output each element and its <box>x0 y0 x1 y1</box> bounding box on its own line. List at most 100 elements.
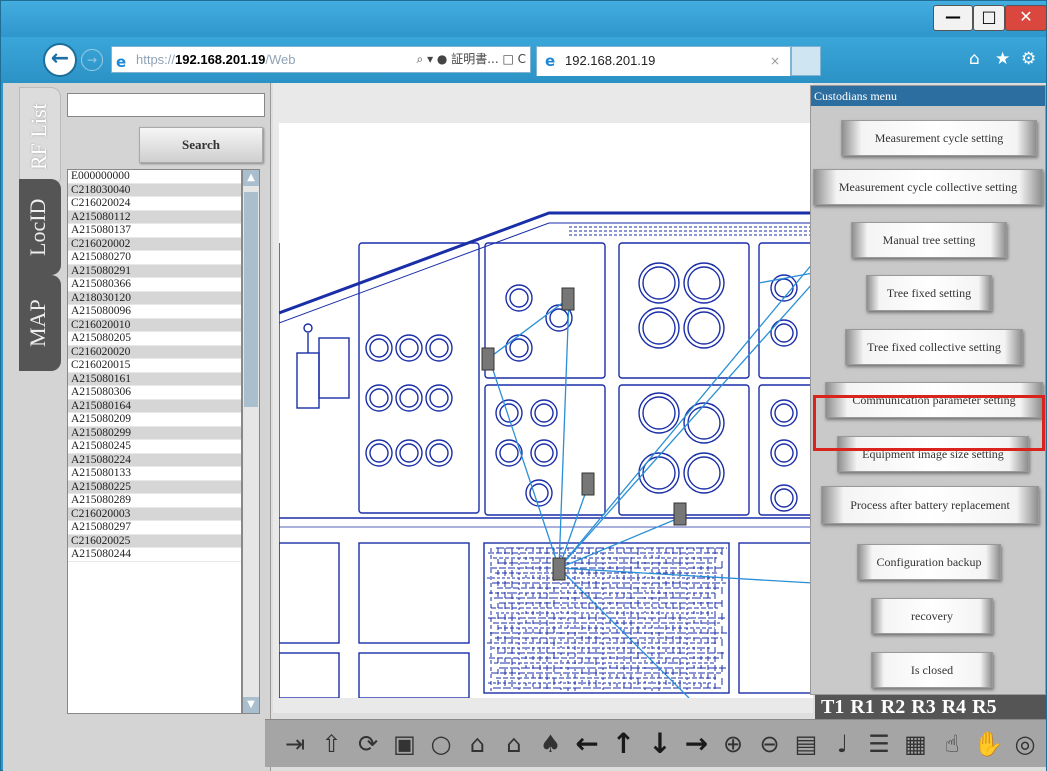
rf-list-item[interactable]: A218030120 <box>68 291 241 305</box>
menu-item-process-after-battery-replacement[interactable]: Process after battery replacement <box>821 486 1039 524</box>
refresh-icon[interactable]: ⟳ <box>352 728 384 760</box>
rf-list-item[interactable]: A215080244 <box>68 548 241 562</box>
rf-list-item[interactable]: A215080225 <box>68 480 241 494</box>
bell-outline-icon[interactable]: ⌂ <box>498 728 530 760</box>
scroll-down-icon[interactable]: ▼ <box>243 697 259 713</box>
rf-list-item[interactable]: A215080137 <box>68 224 241 238</box>
pin-icon[interactable]: ○ <box>425 728 457 760</box>
search-input[interactable] <box>67 93 265 117</box>
zoom-in-icon[interactable]: ⊕ <box>717 728 749 760</box>
home-icon[interactable]: ⌂ <box>969 49 980 69</box>
globe-icon[interactable]: ◎ <box>1009 728 1041 760</box>
close-window-button[interactable]: ✕ <box>1005 5 1047 31</box>
address-bar[interactable]: e https://192.168.201.19/Web ⌕ ▾ ● 証明書..… <box>111 46 531 73</box>
rf-list-item[interactable]: A215080297 <box>68 521 241 535</box>
rf-list-item[interactable]: C216020015 <box>68 359 241 373</box>
rf-list-item[interactable]: A215080133 <box>68 467 241 481</box>
exit-icon[interactable]: ⇥ <box>279 728 311 760</box>
upload-icon[interactable]: ⇧ <box>316 728 348 760</box>
arrow-right-icon[interactable]: → <box>681 728 713 760</box>
plant-layout-drawing <box>279 211 813 698</box>
rf-list-panel: Search E000000000 C218030040 C216020024 A21… <box>61 83 271 771</box>
tab-locid[interactable]: LocID <box>19 179 61 275</box>
rf-list-item[interactable]: C216020020 <box>68 345 241 359</box>
rf-list-item[interactable]: E000000000 <box>68 170 241 184</box>
rf-list-item[interactable]: A215080112 <box>68 210 241 224</box>
tab-rf-list[interactable]: RF List <box>19 87 61 187</box>
scroll-up-icon[interactable]: ▲ <box>243 170 259 186</box>
channel-r2[interactable]: R2 <box>875 695 905 719</box>
rf-list-item[interactable]: A215080096 <box>68 305 241 319</box>
rf-list-item[interactable]: A215080161 <box>68 372 241 386</box>
channel-r1[interactable]: R1 <box>844 695 874 719</box>
rf-list-scrollbar[interactable]: ▲ ▼ <box>242 169 260 714</box>
rf-list-item[interactable]: A215080299 <box>68 426 241 440</box>
zoom-out-icon[interactable]: ⊖ <box>754 728 786 760</box>
arrow-down-icon[interactable]: ↓ <box>644 728 676 760</box>
address-controls[interactable]: ⌕ ▾ ● 証明書... □ C <box>417 47 526 72</box>
channel-r5[interactable]: R5 <box>966 695 996 719</box>
browser-window: — □ ✕ ← → e https://192.168.201.19/Web ⌕… <box>0 0 1047 771</box>
rf-list-item[interactable]: A215080289 <box>68 494 241 508</box>
rf-list-item[interactable]: C216020010 <box>68 318 241 332</box>
menu-item-measurement-cycle-collective-setting[interactable]: Measurement cycle collective setting <box>813 169 1043 205</box>
rf-list-item[interactable]: C216020025 <box>68 534 241 548</box>
rf-list-item[interactable]: A215080270 <box>68 251 241 265</box>
gear-icon[interactable]: ⚙ <box>1021 49 1036 69</box>
rf-list-item[interactable]: A215080366 <box>68 278 241 292</box>
plant-map[interactable] <box>279 123 813 698</box>
rf-list-item[interactable]: C216020002 <box>68 237 241 251</box>
rf-list: E000000000 C218030040 C216020024 A215080112… <box>67 169 242 714</box>
menu-item-manual-tree-setting[interactable]: Manual tree setting <box>851 222 1007 258</box>
tab-title: 192.168.201.19 <box>565 53 656 68</box>
rf-list-item[interactable]: A215080224 <box>68 453 241 467</box>
rf-list-item[interactable]: A215080209 <box>68 413 241 427</box>
menu-item-tree-fixed-setting[interactable]: Tree fixed setting <box>866 275 992 311</box>
arrow-up-icon[interactable]: ↑ <box>608 728 640 760</box>
channel-t1[interactable]: T1 <box>815 695 844 719</box>
tab-close-icon[interactable]: × <box>770 47 780 75</box>
rf-list-item[interactable]: C216020024 <box>68 197 241 211</box>
channel-r3[interactable]: R3 <box>905 695 935 719</box>
hand-icon[interactable]: ✋ <box>973 728 1005 760</box>
table-icon[interactable]: ▦ <box>900 728 932 760</box>
tab-map[interactable]: MAP <box>19 275 61 371</box>
bottom-toolbar: ⇥ ⇧ ⟳ ▣ ○ ⌂ ⌂ ♠ ← ↑ ↓ → ⊕ ⊖ ▤ ♩ ☰ ▦ ☝ ✋ ◎ <box>265 719 1046 767</box>
maximize-button[interactable]: □ <box>973 5 1005 31</box>
url-prefix: https:// <box>136 52 176 67</box>
rf-list-item[interactable]: C216020003 <box>68 507 241 521</box>
rf-list-item[interactable]: A215080205 <box>68 332 241 346</box>
screen-icon[interactable]: ▣ <box>389 728 421 760</box>
new-tab-button[interactable] <box>791 46 821 76</box>
thermometer-icon[interactable]: ♩ <box>827 728 859 760</box>
channel-r4[interactable]: R4 <box>936 695 966 719</box>
rf-list-item[interactable]: A215080164 <box>68 399 241 413</box>
search-button[interactable]: Search <box>139 127 263 163</box>
rf-list-item[interactable]: A215080245 <box>68 440 241 454</box>
menu-item-configuration-backup[interactable]: Configuration backup <box>857 544 1001 580</box>
channel-bar: T1 R1 R2 R3 R4 R5 <box>815 695 1046 719</box>
bell-icon[interactable]: ⌂ <box>462 728 494 760</box>
list-icon[interactable]: ☰ <box>863 728 895 760</box>
navigation-bar: ← → e https://192.168.201.19/Web ⌕ ▾ ● 証… <box>1 37 1046 83</box>
tab-ie-icon: e <box>545 52 556 70</box>
rf-list-item[interactable]: C218030040 <box>68 183 241 197</box>
back-button[interactable]: ← <box>43 43 77 77</box>
scroll-thumb[interactable] <box>244 192 258 407</box>
url-host: 192.168.201.19 <box>175 52 266 67</box>
menu-item-tree-fixed-collective-setting[interactable]: Tree fixed collective setting <box>845 329 1023 365</box>
custodians-menu-title: Custodians menu <box>811 86 1045 106</box>
menu-item-is-closed[interactable]: Is closed <box>871 652 993 688</box>
menu-item-recovery[interactable]: recovery <box>871 598 993 634</box>
tree-icon[interactable]: ♠ <box>535 728 567 760</box>
rf-list-item[interactable]: A215080291 <box>68 264 241 278</box>
arrow-left-icon[interactable]: ← <box>571 728 603 760</box>
window-icon[interactable]: ▤ <box>790 728 822 760</box>
pointer-icon[interactable]: ☝ <box>936 728 968 760</box>
rf-list-item[interactable]: A215080306 <box>68 386 241 400</box>
forward-button[interactable]: → <box>81 49 103 71</box>
star-icon[interactable]: ★ <box>995 49 1010 69</box>
menu-item-measurement-cycle-setting[interactable]: Measurement cycle setting <box>841 120 1037 156</box>
minimize-button[interactable]: — <box>933 5 973 31</box>
browser-tab[interactable]: e 192.168.201.19 × <box>536 46 791 76</box>
